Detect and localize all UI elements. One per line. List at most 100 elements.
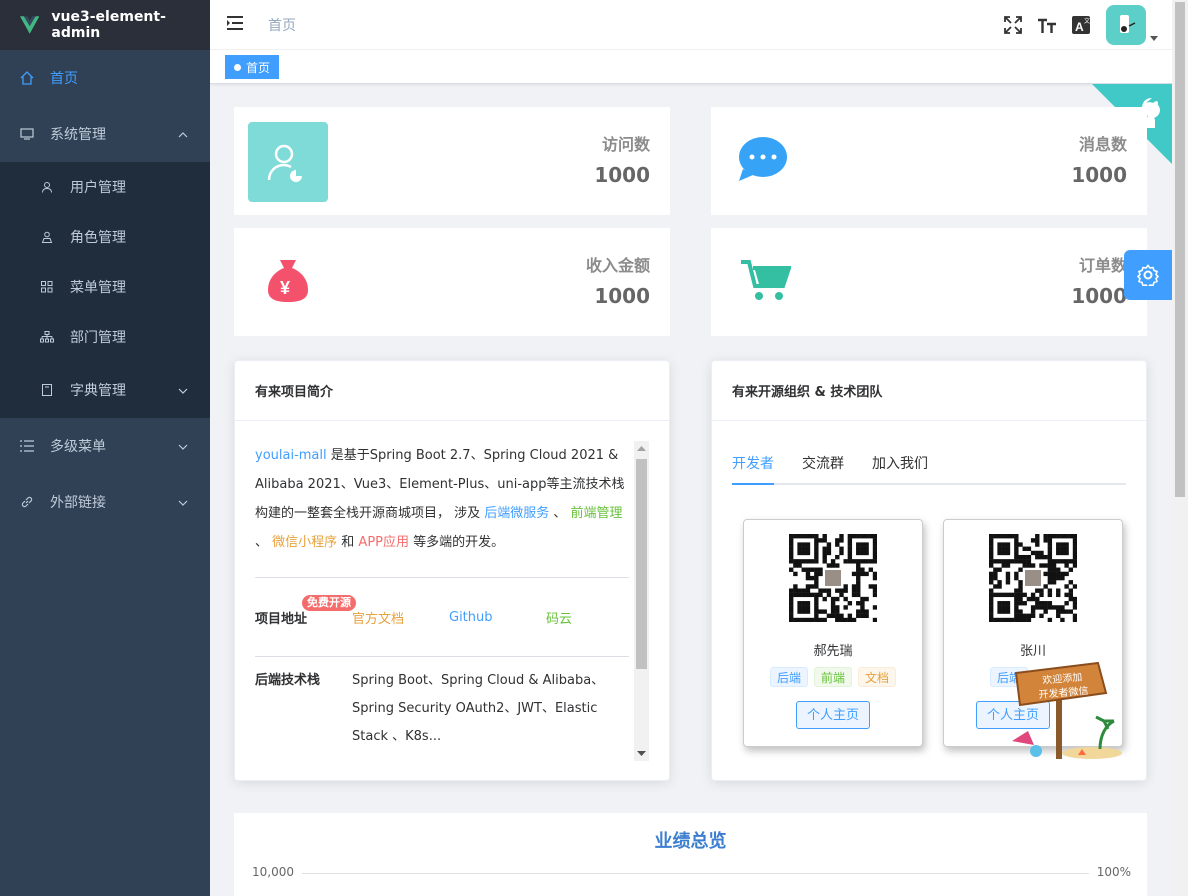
sidebar-item-label: 部门管理 xyxy=(70,330,126,346)
sidebar-item-label: 菜单管理 xyxy=(70,280,126,296)
tab-developers[interactable]: 开发者 xyxy=(732,453,774,485)
member-card: 郝先瑞 后端 前端 文档 个人主页 xyxy=(743,519,923,747)
tag-frontend: 前端 xyxy=(813,667,852,687)
sidebar-item-depts[interactable]: 部门管理 xyxy=(0,312,210,362)
docs-link[interactable]: 官方文档 xyxy=(352,608,449,627)
free-badge: 免费开源 xyxy=(302,595,356,611)
y-axis-left-label: 10,000 xyxy=(252,865,294,879)
vue-logo-icon xyxy=(20,16,40,34)
list-icon xyxy=(20,439,34,453)
page-scrollbar[interactable] xyxy=(1172,0,1188,896)
sidebar-item-label: 用户管理 xyxy=(70,180,126,196)
panel-scrollbar[interactable] xyxy=(634,441,649,761)
performance-panel: 业绩总览 10,000 100% xyxy=(234,813,1147,896)
home-icon xyxy=(20,71,34,85)
stack-text: Spring Boot、Spring Cloud & Alibaba、Sprin… xyxy=(352,673,605,744)
tag-label: 首页 xyxy=(246,60,271,75)
divider xyxy=(255,656,629,657)
app-link[interactable]: APP应用 xyxy=(358,535,409,550)
settings-button[interactable] xyxy=(1124,250,1172,300)
project-intro: youlai-mall 是基于Spring Boot 2.7、Spring Cl… xyxy=(255,448,625,550)
money-bag-icon: ¥ xyxy=(266,256,310,308)
tree-icon xyxy=(40,330,54,344)
chevron-down-icon xyxy=(178,494,188,510)
navbar-right: A文 xyxy=(996,0,1158,50)
sidebar-item-users[interactable]: 用户管理 xyxy=(0,162,210,212)
caret-down-icon[interactable] xyxy=(1150,29,1158,45)
wechat-sticker: 欢迎添加 开发者微信 xyxy=(1012,659,1124,761)
tags-view: 首页 xyxy=(210,50,1172,84)
svg-text:¥: ¥ xyxy=(280,278,290,298)
fullscreen-icon[interactable] xyxy=(996,0,1030,50)
project-content: youlai-mall 是基于Spring Boot 2.7、Spring Cl… xyxy=(255,441,629,751)
message-icon xyxy=(737,135,789,187)
youlai-mall-link[interactable]: youlai-mall xyxy=(255,448,327,463)
github-link[interactable]: Github xyxy=(449,610,546,625)
team-tabs: 开发者 交流群 加入我们 xyxy=(732,453,1126,485)
font-size-icon[interactable] xyxy=(1030,0,1064,50)
sidebar-item-label: 多级菜单 xyxy=(50,439,106,455)
sidebar-item-multilevel[interactable]: 多级菜单 xyxy=(0,418,210,474)
project-address-row: 项目地址 免费开源 官方文档 Github 码云 xyxy=(255,578,629,656)
gitee-link[interactable]: 码云 xyxy=(546,608,572,627)
sidebar-item-label: 外部链接 xyxy=(50,495,106,511)
stat-label: 消息数 xyxy=(1078,135,1127,154)
qr-code xyxy=(789,534,878,623)
scrollbar-thumb[interactable] xyxy=(1175,2,1185,497)
stat-value: 1000 xyxy=(1071,163,1127,187)
project-panel: 有来项目简介 youlai-mall 是基于Spring Boot 2.7、Sp… xyxy=(234,360,670,781)
avatar[interactable] xyxy=(1106,5,1146,45)
qr-code xyxy=(989,534,1078,623)
app-title: vue3-element-admin xyxy=(51,9,166,41)
tag-docs: 文档 xyxy=(858,667,897,687)
logo[interactable]: vue3-element-admin xyxy=(0,0,210,50)
sidebar-item-dicts[interactable]: 字典管理 xyxy=(0,362,210,418)
stat-label: 订单数 xyxy=(1078,256,1127,275)
language-icon[interactable]: A文 xyxy=(1064,0,1098,50)
svg-text:文: 文 xyxy=(1084,17,1090,25)
book-icon xyxy=(40,383,54,397)
chevron-up-icon xyxy=(178,126,188,142)
stack-row: 后端技术栈 Spring Boot、Spring Cloud & Alibaba… xyxy=(255,673,629,751)
stat-value: 1000 xyxy=(594,284,650,308)
stat-card-income[interactable]: ¥ 收入金额 1000 xyxy=(234,228,670,336)
cart-icon xyxy=(739,258,792,308)
svg-text:A: A xyxy=(1075,20,1084,34)
sidebar-item-label: 字典管理 xyxy=(70,383,126,399)
tag-home[interactable]: 首页 xyxy=(225,55,280,79)
menu-grid-icon xyxy=(40,280,54,294)
grid-line xyxy=(302,873,1089,874)
stack-label: 后端技术栈 xyxy=(255,673,321,688)
stat-value: 1000 xyxy=(1071,284,1127,308)
miniprogram-link[interactable]: 微信小程序 xyxy=(272,535,337,550)
sidebar: vue3-element-admin 首页 系统管理 用户管理 角色管理 菜单管… xyxy=(0,0,210,896)
monitor-icon xyxy=(20,127,34,141)
sidebar-item-external[interactable]: 外部链接 xyxy=(0,474,210,530)
navbar: 首页 A文 xyxy=(210,0,1172,50)
sidebar-item-label: 角色管理 xyxy=(70,230,126,246)
sidebar-item-system[interactable]: 系统管理 xyxy=(0,106,210,162)
stat-card-orders[interactable]: 订单数 1000 xyxy=(711,228,1147,336)
y-axis-right-label: 100% xyxy=(1096,865,1131,879)
tab-join[interactable]: 加入我们 xyxy=(872,453,928,483)
sidebar-item-label: 首页 xyxy=(50,71,78,87)
homepage-button[interactable]: 个人主页 xyxy=(795,701,870,729)
panel-title: 有来项目简介 xyxy=(235,361,669,421)
user-icon xyxy=(40,180,54,194)
tab-groups[interactable]: 交流群 xyxy=(802,453,844,483)
chevron-down-icon xyxy=(178,438,188,454)
backend-link[interactable]: 后端微服务 xyxy=(484,506,549,521)
visitor-icon xyxy=(248,122,328,202)
system-submenu: 用户管理 角色管理 菜单管理 部门管理 字典管理 xyxy=(0,162,210,418)
stat-card-messages[interactable]: 消息数 1000 xyxy=(711,107,1147,215)
sidebar-item-home[interactable]: 首页 xyxy=(0,50,210,106)
sidebar-item-label: 系统管理 xyxy=(50,127,106,143)
stat-label: 访问数 xyxy=(601,135,650,154)
breadcrumb[interactable]: 首页 xyxy=(268,15,296,35)
stat-card-visits[interactable]: 访问数 1000 xyxy=(234,107,670,215)
hamburger-icon[interactable] xyxy=(226,15,244,35)
sidebar-item-roles[interactable]: 角色管理 xyxy=(0,212,210,262)
team-panel: 有来开源组织 & 技术团队 开发者 交流群 加入我们 郝先瑞 后端 前端 文档 … xyxy=(711,360,1147,781)
frontend-link[interactable]: 前端管理 xyxy=(571,506,623,521)
sidebar-item-menus[interactable]: 菜单管理 xyxy=(0,262,210,312)
